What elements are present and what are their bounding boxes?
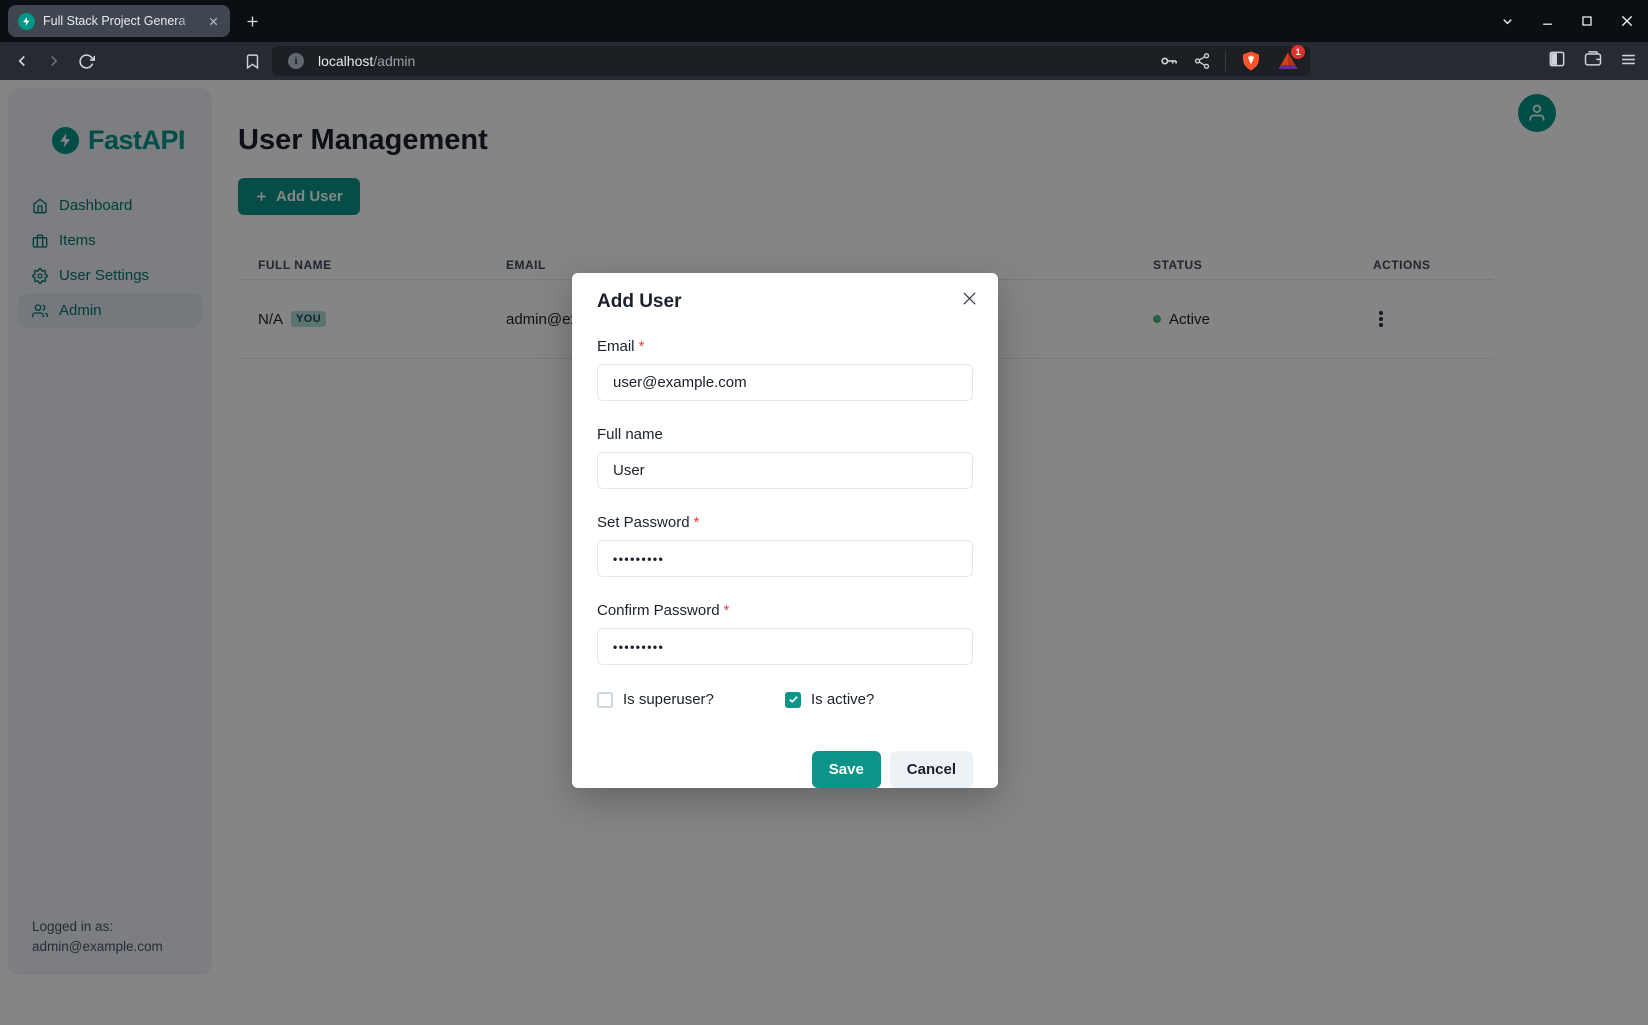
is-superuser-checkbox[interactable]: Is superuser? xyxy=(597,691,785,708)
url-host: localhost xyxy=(318,53,373,69)
email-label: Email* xyxy=(597,338,973,355)
minimize-button[interactable] xyxy=(1534,8,1560,34)
menu-icon[interactable] xyxy=(1619,50,1638,69)
tab-title: Full Stack Project Genera xyxy=(43,14,204,28)
page-content: FastAPI Dashboard Items User Settings A xyxy=(0,80,1648,1025)
brave-shield-icon[interactable] xyxy=(1240,50,1262,72)
site-info-icon[interactable]: i xyxy=(288,53,304,69)
maximize-button[interactable] xyxy=(1574,8,1600,34)
is-active-checkbox[interactable]: Is active? xyxy=(785,691,973,708)
url-bar[interactable]: i localhost/admin 1 xyxy=(272,46,1310,76)
full-name-field[interactable] xyxy=(597,452,973,489)
browser-toolbar: i localhost/admin 1 xyxy=(0,42,1648,80)
full-name-label: Full name xyxy=(597,426,973,443)
bookmark-icon[interactable] xyxy=(240,49,264,73)
url-text[interactable]: localhost/admin xyxy=(318,53,415,69)
sidebar-toggle-icon[interactable] xyxy=(1547,49,1567,69)
rewards-badge: 1 xyxy=(1291,45,1305,59)
brave-rewards-icon[interactable]: 1 xyxy=(1276,49,1300,73)
browser-window: Full Stack Project Genera xyxy=(0,0,1648,1025)
is-superuser-label: Is superuser? xyxy=(623,691,714,708)
cancel-button[interactable]: Cancel xyxy=(890,751,973,788)
url-path: /admin xyxy=(373,53,415,69)
set-password-label: Set Password* xyxy=(597,514,973,531)
close-window-button[interactable] xyxy=(1614,8,1640,34)
confirm-password-label: Confirm Password* xyxy=(597,602,973,619)
browser-tab[interactable]: Full Stack Project Genera xyxy=(8,5,230,37)
reload-icon[interactable] xyxy=(74,49,98,73)
share-icon[interactable] xyxy=(1193,52,1211,70)
tab-close-icon[interactable] xyxy=(204,12,222,30)
back-icon[interactable] xyxy=(10,49,34,73)
forward-icon[interactable] xyxy=(42,49,66,73)
toolbar-divider xyxy=(1225,51,1226,71)
set-password-field[interactable] xyxy=(597,540,973,577)
checkbox-unchecked-icon[interactable] xyxy=(597,692,613,708)
is-active-label: Is active? xyxy=(811,691,874,708)
checkbox-checked-icon[interactable] xyxy=(785,692,801,708)
fastapi-favicon-icon xyxy=(18,13,35,30)
email-field[interactable] xyxy=(597,364,973,401)
confirm-password-field[interactable] xyxy=(597,628,973,665)
wallet-icon[interactable] xyxy=(1583,49,1603,69)
tab-search-chevron-icon[interactable] xyxy=(1494,8,1520,34)
key-icon[interactable] xyxy=(1159,51,1179,71)
tab-strip: Full Stack Project Genera xyxy=(0,0,1648,42)
modal-close-icon[interactable] xyxy=(957,286,981,310)
save-button[interactable]: Save xyxy=(812,751,881,788)
modal-title: Add User xyxy=(597,291,973,313)
new-tab-button[interactable] xyxy=(242,11,262,31)
add-user-modal: Add User Email* Full name Set Password* … xyxy=(572,273,998,788)
